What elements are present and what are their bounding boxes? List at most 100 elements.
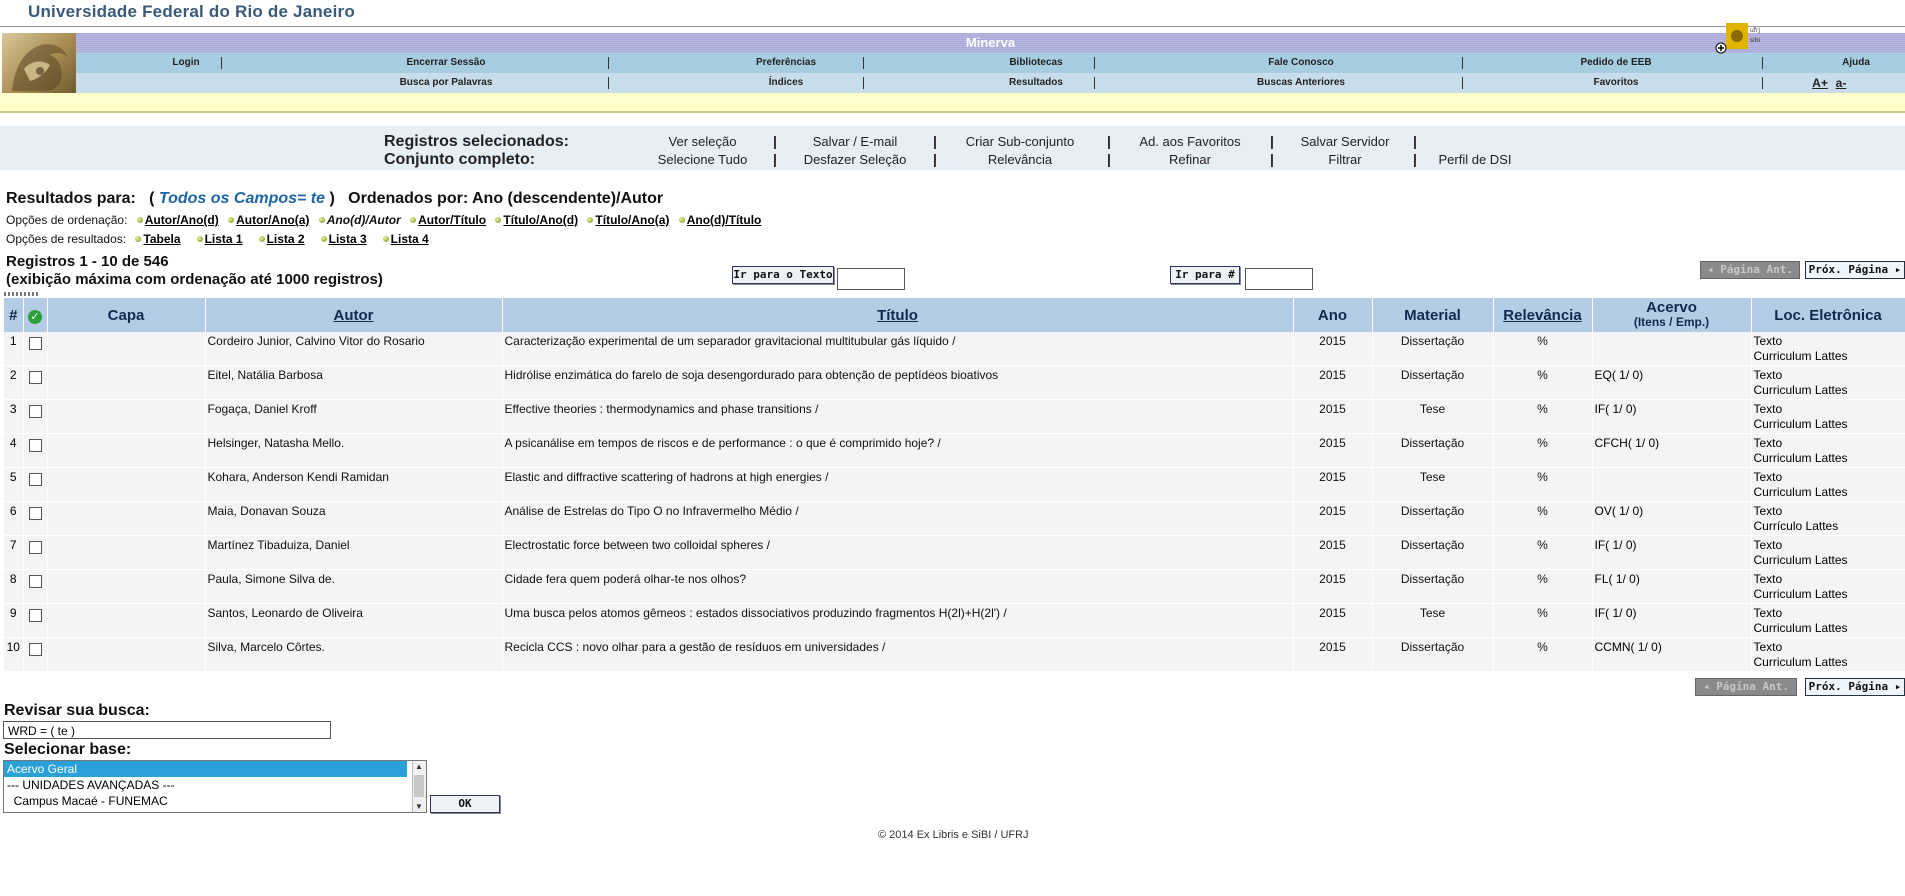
- acervo-link[interactable]: FL( 1/ 0): [1595, 572, 1640, 586]
- acervo-link[interactable]: CFCH( 1/ 0): [1595, 436, 1660, 450]
- row-number-link[interactable]: 8: [10, 572, 17, 586]
- favorites-link[interactable]: Favoritos: [1516, 73, 1716, 93]
- format-lista3[interactable]: Lista 3: [329, 232, 367, 246]
- previous-searches-link[interactable]: Buscas Anteriores: [1186, 73, 1416, 93]
- logout-link[interactable]: Encerrar Sessão: [356, 53, 536, 73]
- preferences-link[interactable]: Preferências: [696, 53, 876, 73]
- goto-text-input[interactable]: [837, 268, 905, 290]
- row-number-link[interactable]: 5: [10, 470, 17, 484]
- next-page-button-bottom[interactable]: Próx. Página ▸: [1805, 678, 1905, 696]
- sort-titulo-anod[interactable]: Título/Ano(d): [503, 213, 578, 227]
- scroll-thumb[interactable]: [414, 775, 424, 797]
- row-checkbox[interactable]: [28, 643, 42, 656]
- texto-link[interactable]: Texto: [1754, 640, 1903, 655]
- keyword-search-link[interactable]: Busca por Palavras: [356, 73, 536, 93]
- refine-link[interactable]: Refinar: [1120, 152, 1260, 167]
- eeb-request-link[interactable]: Pedido de EEB: [1516, 53, 1716, 73]
- base-option[interactable]: Campus Macaé - FUNEMAC: [4, 793, 426, 809]
- view-selection-link[interactable]: Ver seleção: [640, 134, 765, 149]
- row-number[interactable]: 1: [4, 332, 24, 366]
- texto-link[interactable]: Texto: [1754, 538, 1903, 553]
- add-favorites-link[interactable]: Ad. aos Favoritos: [1120, 134, 1260, 149]
- format-lista4[interactable]: Lista 4: [391, 232, 429, 246]
- indexes-link[interactable]: Índices: [696, 73, 876, 93]
- create-subset-link[interactable]: Criar Sub-conjunto: [945, 134, 1095, 149]
- texto-link[interactable]: Texto: [1754, 470, 1903, 485]
- sort-titulo-anoa[interactable]: Título/Ano(a): [595, 213, 669, 227]
- sort-anod-titulo[interactable]: Ano(d)/Título: [687, 213, 762, 227]
- texto-link[interactable]: Texto: [1754, 402, 1903, 417]
- libraries-link[interactable]: Bibliotecas: [946, 53, 1126, 73]
- row-number[interactable]: 6: [4, 501, 24, 536]
- base-select[interactable]: Acervo Geral --- UNIDADES AVANÇADAS --- …: [3, 760, 427, 813]
- sort-autor-titulo[interactable]: Autor/Título: [418, 213, 486, 227]
- select-all-link[interactable]: Selecione Tudo: [640, 152, 765, 167]
- row-number-link[interactable]: 1: [10, 334, 17, 348]
- resize-grip[interactable]: [4, 292, 40, 296]
- format-lista2[interactable]: Lista 2: [267, 232, 305, 246]
- acervo-link[interactable]: CCMN( 1/ 0): [1595, 640, 1662, 654]
- lattes-link[interactable]: Curriculum Lattes: [1754, 417, 1903, 432]
- col-autor[interactable]: Autor: [205, 298, 503, 332]
- row-number-link[interactable]: 4: [10, 436, 17, 450]
- prev-page-button-bottom[interactable]: ◂ Página Ant.: [1695, 678, 1797, 696]
- col-titulo[interactable]: Título: [502, 298, 1294, 332]
- row-number-link[interactable]: 10: [7, 640, 20, 654]
- save-server-link[interactable]: Salvar Servidor: [1280, 134, 1410, 149]
- save-email-link[interactable]: Salvar / E-mail: [785, 134, 925, 149]
- help-link[interactable]: Ajuda: [1806, 53, 1905, 73]
- row-number-link[interactable]: 6: [10, 504, 17, 518]
- checkmark-icon[interactable]: ✓: [28, 309, 42, 324]
- lattes-link[interactable]: Curriculum Lattes: [1754, 485, 1903, 500]
- texto-link[interactable]: Texto: [1754, 606, 1903, 621]
- row-checkbox[interactable]: [28, 439, 42, 452]
- row-checkbox[interactable]: [28, 405, 42, 418]
- row-number[interactable]: 8: [4, 569, 24, 604]
- prev-page-button-top[interactable]: ◂ Página Ant.: [1700, 261, 1800, 279]
- filter-link[interactable]: Filtrar: [1280, 152, 1410, 167]
- col-relevancia-label[interactable]: Relevância: [1503, 307, 1581, 324]
- lattes-link[interactable]: Curriculum Lattes: [1754, 349, 1903, 364]
- row-checkbox[interactable]: [28, 541, 42, 554]
- row-checkbox[interactable]: [28, 609, 42, 622]
- listbox-scrollbar[interactable]: ▲ ▼: [412, 761, 426, 812]
- row-number-link[interactable]: 7: [10, 538, 17, 552]
- col-autor-label[interactable]: Autor: [334, 307, 374, 324]
- row-checkbox[interactable]: [28, 507, 42, 520]
- row-number-link[interactable]: 9: [10, 606, 17, 620]
- acervo-link[interactable]: IF( 1/ 0): [1595, 606, 1637, 620]
- lattes-link[interactable]: Currículo Lattes: [1754, 519, 1903, 534]
- texto-link[interactable]: Texto: [1754, 334, 1903, 349]
- contact-link[interactable]: Fale Conosco: [1186, 53, 1416, 73]
- row-checkbox[interactable]: [28, 371, 42, 384]
- sort-autor-anod[interactable]: Autor/Ano(d): [145, 213, 219, 227]
- goto-number-button[interactable]: Ir para #: [1170, 266, 1240, 284]
- relevance-link[interactable]: Relevância: [945, 152, 1095, 167]
- scroll-up-icon[interactable]: ▲: [415, 762, 423, 771]
- row-number[interactable]: 2: [4, 365, 24, 400]
- acervo-link[interactable]: IF( 1/ 0): [1595, 402, 1637, 416]
- results-link[interactable]: Resultados: [946, 73, 1126, 93]
- texto-link[interactable]: Texto: [1754, 572, 1903, 587]
- row-checkbox[interactable]: [28, 575, 42, 588]
- row-number-link[interactable]: 2: [10, 368, 17, 382]
- texto-link[interactable]: Texto: [1754, 504, 1903, 519]
- base-option[interactable]: --- UNIDADES AVANÇADAS ---: [4, 777, 426, 793]
- acervo-link[interactable]: IF( 1/ 0): [1595, 538, 1637, 552]
- goto-text-button[interactable]: Ir para o Texto: [732, 266, 834, 284]
- format-tabela[interactable]: Tabela: [143, 232, 180, 246]
- next-page-button-top[interactable]: Próx. Página ▸: [1805, 261, 1905, 279]
- goto-number-input[interactable]: [1245, 268, 1313, 290]
- lattes-link[interactable]: Curriculum Lattes: [1754, 621, 1903, 636]
- base-option[interactable]: Acervo Geral: [4, 761, 407, 777]
- font-decrease-link[interactable]: a-: [1831, 73, 1851, 93]
- dsi-profile-link[interactable]: Perfil de DSI: [1425, 152, 1525, 167]
- col-titulo-label[interactable]: Título: [877, 307, 918, 324]
- ok-button[interactable]: OK: [430, 795, 500, 813]
- row-number[interactable]: 4: [4, 433, 24, 468]
- lattes-link[interactable]: Curriculum Lattes: [1754, 451, 1903, 466]
- acervo-link[interactable]: EQ( 1/ 0): [1595, 368, 1644, 382]
- font-increase-link[interactable]: A+: [1810, 73, 1830, 93]
- lattes-link[interactable]: Curriculum Lattes: [1754, 655, 1903, 670]
- row-number[interactable]: 10: [4, 637, 24, 672]
